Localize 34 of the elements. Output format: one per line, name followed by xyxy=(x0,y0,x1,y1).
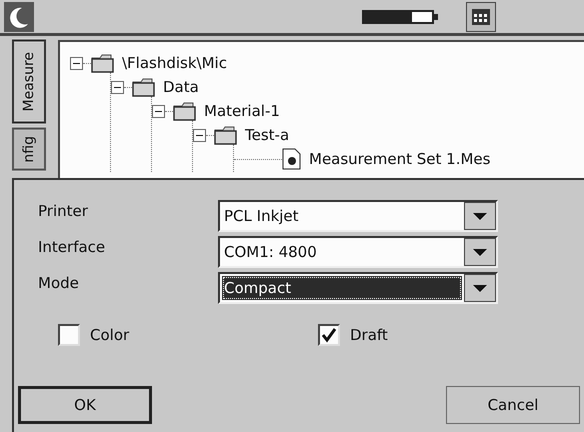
folder-icon xyxy=(214,125,237,145)
dropdown[interactable]: Compact xyxy=(218,272,498,304)
collapse-icon[interactable] xyxy=(70,56,83,70)
dropdown[interactable]: COM1: 4800 xyxy=(218,236,498,268)
dropdown-arrow-icon[interactable] xyxy=(473,212,487,220)
checkbox-label[interactable]: Draft xyxy=(350,326,388,344)
folder-icon xyxy=(91,53,114,73)
dropdown-arrow-icon[interactable] xyxy=(473,248,487,256)
calendar-icon[interactable] xyxy=(466,2,496,32)
folder-icon xyxy=(173,101,196,121)
check-icon xyxy=(321,327,337,343)
tree-item[interactable]: Data xyxy=(163,78,199,96)
collapse-icon[interactable] xyxy=(193,128,206,142)
dialog-button[interactable]: OK xyxy=(18,386,152,424)
checkbox[interactable] xyxy=(318,324,340,346)
file-icon xyxy=(282,148,301,170)
checkbox[interactable] xyxy=(58,324,80,346)
tree-item[interactable]: Measurement Set 1.Mes xyxy=(309,150,490,168)
moon-logo-icon[interactable] xyxy=(4,2,34,32)
collapse-icon[interactable] xyxy=(152,104,165,118)
sidebar-tab[interactable]: Measure xyxy=(12,40,46,124)
tree-item[interactable]: Material-1 xyxy=(204,102,280,120)
field-label: Interface xyxy=(38,237,106,256)
checkbox-label[interactable]: Color xyxy=(90,326,130,344)
battery-icon xyxy=(362,8,438,26)
tree-item[interactable]: Test-a xyxy=(245,126,290,144)
dropdown-arrow-icon[interactable] xyxy=(473,284,487,292)
dialog-button[interactable]: Cancel xyxy=(446,386,580,424)
field-label: Mode xyxy=(38,273,80,292)
tree-item[interactable]: \Flashdisk\Mic xyxy=(122,54,227,72)
folder-icon xyxy=(132,77,155,97)
collapse-icon[interactable] xyxy=(111,80,124,94)
field-label: Printer xyxy=(38,201,89,220)
dropdown[interactable]: PCL Inkjet xyxy=(218,200,498,232)
